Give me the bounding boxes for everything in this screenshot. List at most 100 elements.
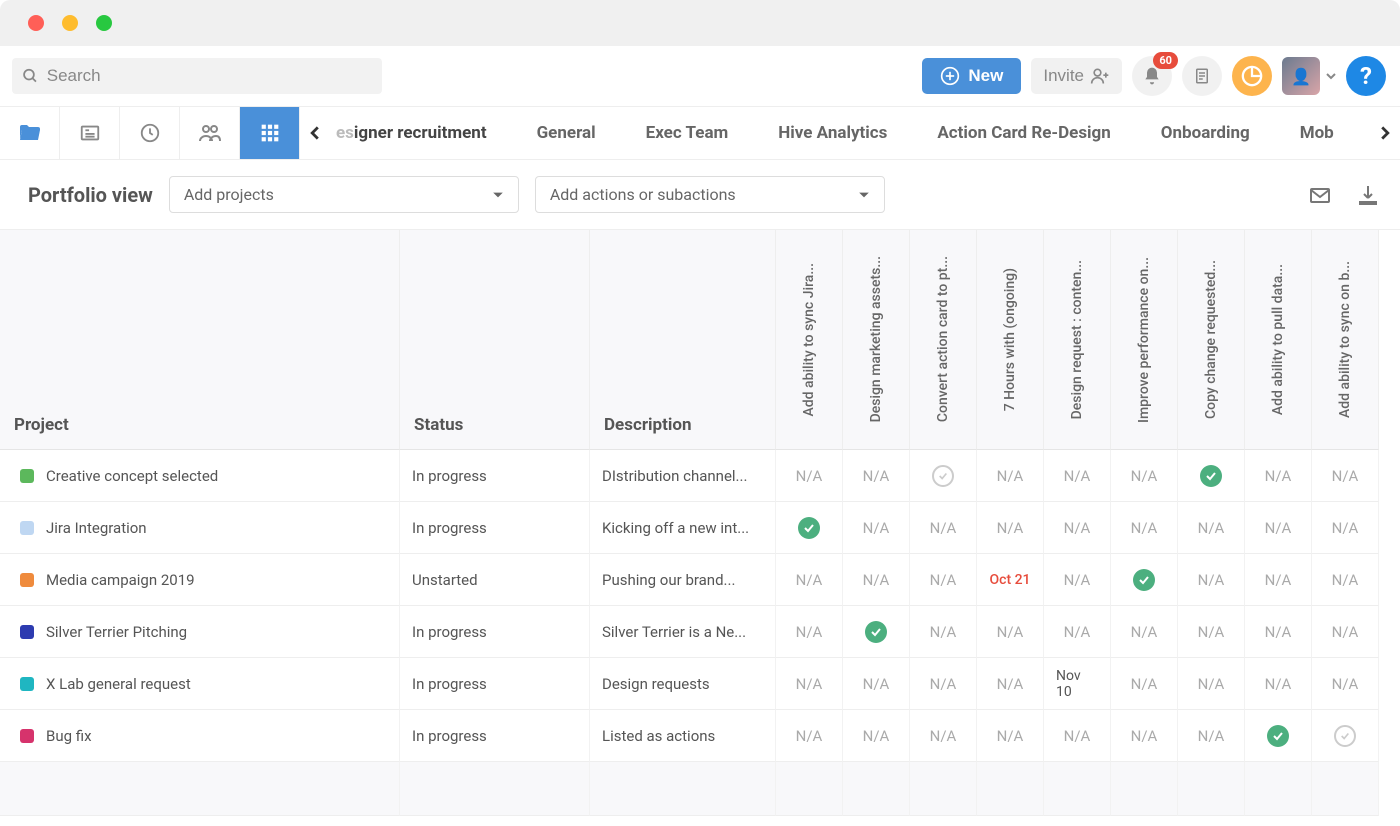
window-close-traffic-light[interactable]	[28, 15, 44, 31]
grid-cell[interactable]: N/A	[1044, 606, 1111, 658]
status-cell[interactable]: In progress	[400, 710, 590, 762]
column-header-ext[interactable]: Add ability to pull data...	[1245, 230, 1312, 450]
download-icon[interactable]	[1356, 183, 1380, 207]
grid-cell[interactable]	[1312, 710, 1379, 762]
column-header-ext[interactable]: 7 Hours with (ongoing)	[977, 230, 1044, 450]
notifications-button[interactable]: 60	[1132, 56, 1172, 96]
grid-cell[interactable]: N/A	[776, 710, 843, 762]
grid-cell[interactable]	[1111, 554, 1178, 606]
nav-tile-news[interactable]	[60, 106, 120, 160]
description-cell[interactable]: DIstribution channel...	[590, 450, 776, 502]
analytics-button[interactable]	[1232, 56, 1272, 96]
grid-cell[interactable]: N/A	[1245, 606, 1312, 658]
add-actions-dropdown[interactable]: Add actions or subactions	[535, 176, 885, 213]
grid-cell[interactable]: N/A	[910, 658, 977, 710]
status-cell[interactable]: Unstarted	[400, 554, 590, 606]
description-cell[interactable]: Kicking off a new int...	[590, 502, 776, 554]
grid-cell[interactable]: N/A	[1245, 502, 1312, 554]
search-input[interactable]	[47, 66, 372, 86]
grid-cell[interactable]: Oct 21	[977, 554, 1044, 606]
grid-cell[interactable]: N/A	[1044, 502, 1111, 554]
grid-cell[interactable]: N/A	[1178, 606, 1245, 658]
grid-cell[interactable]	[776, 502, 843, 554]
add-projects-dropdown[interactable]: Add projects	[169, 176, 519, 213]
grid-cell[interactable]: N/A	[1178, 710, 1245, 762]
project-cell[interactable]: Silver Terrier Pitching	[0, 606, 400, 658]
column-header-ext[interactable]: Copy change requested...	[1178, 230, 1245, 450]
grid-cell[interactable]: N/A	[1245, 554, 1312, 606]
grid-cell[interactable]: N/A	[1111, 450, 1178, 502]
grid-cell[interactable]: N/A	[1111, 658, 1178, 710]
description-cell[interactable]: Listed as actions	[590, 710, 776, 762]
description-cell[interactable]: Pushing our brand...	[590, 554, 776, 606]
grid-cell[interactable]: N/A	[1312, 658, 1379, 710]
grid-cell[interactable]: N/A	[843, 710, 910, 762]
nav-tab[interactable]: Mob	[1300, 123, 1334, 143]
help-button[interactable]: ?	[1346, 56, 1386, 96]
column-header-ext[interactable]: Design marketing assets...	[843, 230, 910, 450]
grid-cell[interactable]: N/A	[977, 658, 1044, 710]
grid-cell[interactable]: N/A	[1312, 502, 1379, 554]
status-cell[interactable]: In progress	[400, 606, 590, 658]
grid-cell[interactable]: N/A	[1044, 710, 1111, 762]
description-cell[interactable]: Silver Terrier is a Ne...	[590, 606, 776, 658]
grid-cell[interactable]: N/A	[1178, 502, 1245, 554]
notes-button[interactable]	[1182, 56, 1222, 96]
grid-cell[interactable]: N/A	[1312, 450, 1379, 502]
nav-tab[interactable]: esigner recruitment	[336, 123, 487, 143]
grid-cell[interactable]: N/A	[843, 658, 910, 710]
grid-cell[interactable]: N/A	[910, 606, 977, 658]
grid-cell[interactable]: N/A	[977, 710, 1044, 762]
nav-tile-people[interactable]	[180, 106, 240, 160]
nav-tab[interactable]: Exec Team	[646, 123, 729, 143]
description-cell[interactable]: Design requests	[590, 658, 776, 710]
column-header-ext[interactable]: Convert action card to pt...	[910, 230, 977, 450]
grid-cell[interactable]	[843, 606, 910, 658]
grid-cell[interactable]: N/A	[1178, 554, 1245, 606]
grid-cell[interactable]: N/A	[1044, 554, 1111, 606]
grid-cell[interactable]: N/A	[1312, 606, 1379, 658]
nav-tab[interactable]: Hive Analytics	[778, 123, 887, 143]
grid-cell[interactable]: N/A	[977, 450, 1044, 502]
status-cell[interactable]: In progress	[400, 450, 590, 502]
grid-cell[interactable]: N/A	[977, 606, 1044, 658]
grid-cell[interactable]: N/A	[843, 554, 910, 606]
project-cell[interactable]: X Lab general request	[0, 658, 400, 710]
project-cell[interactable]: Creative concept selected	[0, 450, 400, 502]
column-header-ext[interactable]: Design request : conten...	[1044, 230, 1111, 450]
grid-cell[interactable]: N/A	[776, 554, 843, 606]
new-button[interactable]: New	[922, 58, 1021, 94]
nav-scroll-left[interactable]	[300, 126, 330, 140]
nav-tab[interactable]: Onboarding	[1161, 123, 1250, 143]
user-menu[interactable]: 👤	[1282, 57, 1336, 95]
grid-cell[interactable]: N/A	[843, 450, 910, 502]
grid-cell[interactable]	[910, 450, 977, 502]
grid-cell[interactable]: N/A	[910, 502, 977, 554]
window-minimize-traffic-light[interactable]	[62, 15, 78, 31]
grid-cell[interactable]: N/A	[1111, 606, 1178, 658]
grid-cell[interactable]: N/A	[843, 502, 910, 554]
invite-button[interactable]: Invite	[1031, 58, 1122, 94]
project-cell[interactable]: Jira Integration	[0, 502, 400, 554]
nav-tile-recent[interactable]	[120, 106, 180, 160]
column-header-ext[interactable]: Add ability to sync Jira...	[776, 230, 843, 450]
nav-tab[interactable]: Action Card Re-Design	[937, 123, 1110, 143]
grid-cell[interactable]: N/A	[1111, 710, 1178, 762]
status-cell[interactable]: In progress	[400, 658, 590, 710]
column-header-ext[interactable]: Add ability to sync on b...	[1312, 230, 1379, 450]
search-box[interactable]	[12, 58, 382, 94]
grid-cell[interactable]: N/A	[776, 658, 843, 710]
grid-cell[interactable]: N/A	[977, 502, 1044, 554]
nav-tile-folder[interactable]	[0, 106, 60, 160]
grid-cell[interactable]: N/A	[776, 450, 843, 502]
nav-scroll-right[interactable]	[1370, 126, 1400, 140]
mail-icon[interactable]	[1308, 183, 1332, 207]
grid-cell[interactable]: N/A	[1245, 658, 1312, 710]
grid-cell[interactable]: Nov 10	[1044, 658, 1111, 710]
grid-cell[interactable]: N/A	[1245, 450, 1312, 502]
project-cell[interactable]: Media campaign 2019	[0, 554, 400, 606]
window-maximize-traffic-light[interactable]	[96, 15, 112, 31]
grid-cell[interactable]: N/A	[776, 606, 843, 658]
nav-tile-grid[interactable]	[240, 106, 300, 160]
grid-cell[interactable]: N/A	[1178, 658, 1245, 710]
